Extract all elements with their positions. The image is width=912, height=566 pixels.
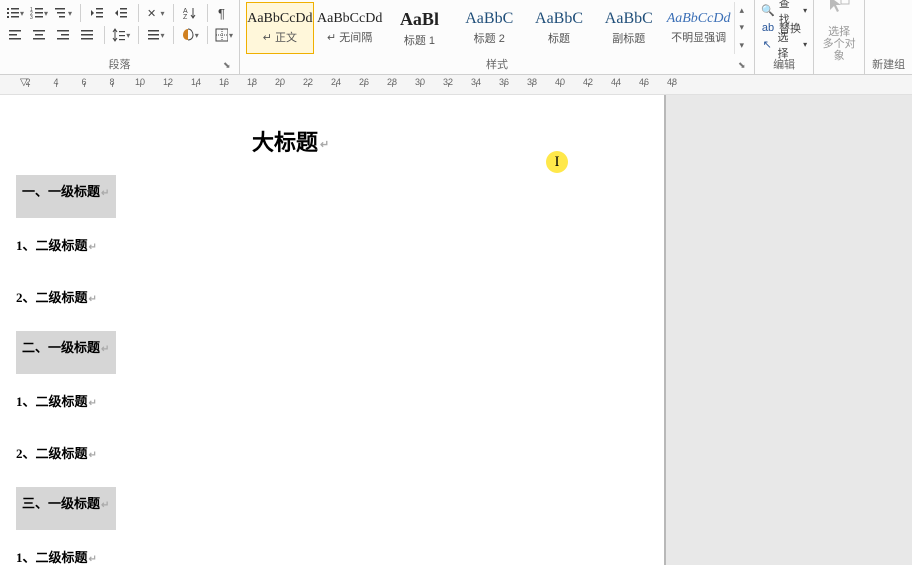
- heading-block[interactable]: 三、一级标题: [16, 487, 116, 530]
- increase-indent-button[interactable]: [112, 4, 130, 22]
- svg-text:1: 1: [30, 7, 33, 13]
- styles-scroll-2[interactable]: ▾: [735, 37, 748, 54]
- line-spacing-button[interactable]: ▾: [112, 26, 130, 44]
- heading-block[interactable]: 一、一级标题: [16, 175, 116, 218]
- select-button[interactable]: ↖选择▾: [761, 36, 807, 53]
- align-left-button[interactable]: [6, 26, 24, 44]
- styles-launcher-icon[interactable]: ⬊: [738, 60, 750, 72]
- new-group-label: 新建组: [872, 56, 905, 72]
- paragraph-group-label: 段落: [109, 56, 131, 72]
- document-area: 大标题 I 一、一级标题1、二级标题2、二级标题二、一级标题1、二级标题2、二级…: [0, 95, 912, 565]
- sort-button[interactable]: AZ: [181, 4, 199, 22]
- styles-group-label: 样式: [486, 56, 508, 72]
- asian-layout-button[interactable]: ✕▾: [147, 4, 165, 22]
- svg-text:¶: ¶: [218, 6, 225, 20]
- align-right-button[interactable]: [54, 26, 72, 44]
- style-tile-标题[interactable]: AaBbC 标题: [525, 2, 593, 54]
- borders-button[interactable]: ▾: [215, 26, 233, 44]
- offpage-area: [666, 95, 912, 565]
- paragraph-group: ▾ 123▾ ▾ ✕▾ AZ ¶ ▾ ▾: [0, 0, 240, 74]
- bullets-button[interactable]: ▾: [6, 4, 24, 22]
- replace-icon: ab: [761, 22, 775, 34]
- svg-text:✕: ✕: [147, 8, 156, 20]
- style-tile-标题2[interactable]: AaBbC 标题 2: [455, 2, 523, 54]
- numbering-button[interactable]: 123▾: [30, 4, 48, 22]
- svg-text:Z: Z: [183, 14, 188, 20]
- heading-block[interactable]: 2、二级标题: [16, 287, 97, 306]
- select-objects-label: 选择多个对象: [820, 26, 858, 62]
- align-center-button[interactable]: [30, 26, 48, 44]
- paragraph-launcher-icon[interactable]: ⬊: [223, 60, 235, 72]
- style-tile-副标题[interactable]: AaBbC 副标题: [595, 2, 663, 54]
- style-tile-无间隔[interactable]: AaBbCcDd↵ 无间隔: [316, 2, 384, 54]
- heading-block[interactable]: 1、二级标题: [16, 235, 97, 254]
- editing-group: 🔍查找▾ ab替换 ↖选择▾ 编辑: [755, 0, 814, 74]
- editing-group-label: 编辑: [773, 56, 795, 72]
- style-tile-正文[interactable]: AaBbCcDd↵ 正文: [246, 2, 314, 54]
- svg-text:A: A: [183, 8, 188, 15]
- multilevel-list-button[interactable]: ▾: [54, 4, 72, 22]
- select-objects-button[interactable]: 选择多个对象: [820, 2, 858, 54]
- select-objects-group: 选择多个对象: [814, 0, 865, 74]
- heading-block[interactable]: 1、二级标题: [16, 391, 97, 410]
- decrease-indent-button[interactable]: [88, 4, 106, 22]
- find-button[interactable]: 🔍查找▾: [761, 2, 807, 19]
- heading-block[interactable]: 2、二级标题: [16, 443, 97, 462]
- find-icon: 🔍: [761, 4, 775, 17]
- distributed-button[interactable]: ▾: [147, 26, 165, 44]
- shading-button[interactable]: ▾: [181, 26, 199, 44]
- cursor-objects-icon: [827, 0, 851, 24]
- styles-gallery: AaBbCcDd↵ 正文AaBbCcDd↵ 无间隔AaBl 标题 1AaBbC …: [246, 2, 748, 54]
- page[interactable]: 大标题 I 一、一级标题1、二级标题2、二级标题二、一级标题1、二级标题2、二级…: [0, 95, 666, 565]
- ribbon: ▾ 123▾ ▾ ✕▾ AZ ¶ ▾ ▾: [0, 0, 912, 75]
- new-group: 新建组: [865, 0, 912, 74]
- svg-text:2: 2: [30, 11, 33, 17]
- document-title[interactable]: 大标题: [252, 125, 329, 157]
- ruler[interactable]: 2468101214161820222426283032343638404244…: [0, 75, 912, 95]
- cursor-highlight: I: [546, 151, 568, 173]
- align-justify-button[interactable]: [78, 26, 96, 44]
- styles-scroll-0[interactable]: ▴: [735, 2, 748, 19]
- heading-block[interactable]: 1、二级标题: [16, 547, 97, 566]
- styles-group: AaBbCcDd↵ 正文AaBbCcDd↵ 无间隔AaBl 标题 1AaBbC …: [240, 0, 755, 74]
- select-icon: ↖: [761, 38, 774, 51]
- show-marks-button[interactable]: ¶: [215, 4, 233, 22]
- style-tile-标题1[interactable]: AaBl 标题 1: [386, 2, 454, 54]
- svg-text:3: 3: [30, 15, 33, 20]
- style-tile-不明显强调[interactable]: AaBbCcDd 不明显强调: [665, 2, 733, 54]
- heading-block[interactable]: 二、一级标题: [16, 331, 116, 374]
- styles-scroll-1[interactable]: ▾: [735, 19, 748, 36]
